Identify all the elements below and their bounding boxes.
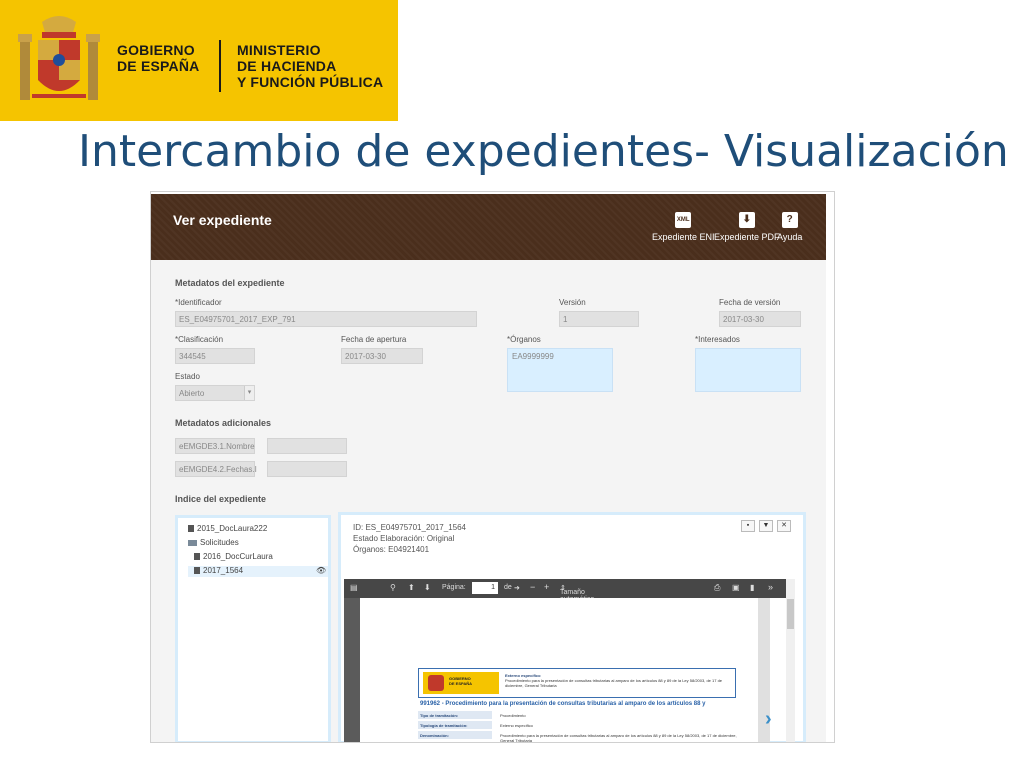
page-input[interactable]: 1 [472, 582, 498, 594]
ayuda-button[interactable]: ? Ayuda [777, 212, 802, 242]
expediente-eni-label: Expediente ENI [652, 232, 715, 242]
additional-value-field[interactable] [267, 438, 347, 454]
document-organos: Órganos: E04921401 [353, 545, 430, 554]
pdf-toolbar: ▤ ⚲ ⬆ ⬇ Página: 1 de ➜ − + Tamaño automá… [344, 579, 786, 603]
expediente-eni-button[interactable]: XML Expediente ENI [652, 212, 715, 242]
fecha-apertura-field[interactable]: 2017-03-30 [341, 348, 423, 364]
main-content: Metadatos del expediente *Identificador … [151, 260, 826, 742]
slide-title: Intercambio de expedientes- Visualizació… [78, 126, 1009, 177]
expediente-pdf-label: Expediente PDF [714, 232, 780, 242]
zoom-out-icon[interactable]: − [530, 582, 535, 592]
tree-item-label: 2017_1564 [203, 566, 244, 575]
interesados-label: *Interesados [695, 335, 740, 344]
index-tree: 2015_DocLaura222 Solicitudes 2016_DocCur… [175, 515, 331, 742]
arrow-up-icon[interactable]: ⬆ [408, 583, 415, 592]
fecha-version-field[interactable]: 2017-03-30 [719, 311, 801, 327]
tree-item[interactable]: Solicitudes [188, 538, 239, 547]
estado-value: Abierto [179, 389, 205, 398]
government-header: GOBIERNO DE ESPAÑA MINISTERIO DE HACIEND… [0, 0, 398, 121]
tree-item[interactable]: 2017_1564 [194, 566, 243, 575]
document-estado: Estado Elaboración: Original [353, 534, 455, 543]
scrollbar-thumb[interactable] [787, 599, 794, 629]
xml-file-icon: XML [675, 212, 692, 228]
pdf-page: GOBIERNO DE ESPAÑA Externo específico Pro… [360, 598, 765, 742]
eye-icon[interactable]: 👁 [316, 566, 326, 575]
version-field[interactable]: 1 [559, 311, 639, 327]
coat-of-arms-icon [18, 16, 100, 100]
document-viewer: ID: ES_E04975701_2017_1564 Estado Elabor… [338, 512, 806, 742]
chevron-down-icon: ▾ [244, 386, 254, 400]
bookmark-icon[interactable]: ▮ [750, 583, 754, 592]
page-label: Página: [442, 584, 466, 591]
more-tools-icon[interactable]: » [768, 582, 773, 592]
document-icon [194, 567, 200, 574]
download-icon[interactable]: ▼ [759, 520, 773, 532]
ayuda-label: Ayuda [777, 232, 803, 242]
fecha-version-label: Fecha de versión [719, 298, 781, 307]
app-window: Ver expediente XML Expediente ENI ⬇ Expe… [150, 191, 835, 743]
expediente-pdf-button[interactable]: ⬇ Expediente PDF [714, 212, 780, 242]
additional-key-field: eEMGDE3.1.Nombre [175, 438, 255, 454]
help-icon: ? [781, 212, 798, 228]
sidebar-toggle-icon[interactable]: ▤ [350, 583, 358, 592]
trash-icon[interactable]: ▪ [741, 520, 755, 532]
pdf-document-title: 991962 - Procedimiento para la presentac… [420, 701, 706, 707]
zoom-in-icon[interactable]: + [544, 582, 549, 592]
additional-key-field: eEMGDE4.2.Fechas.I [175, 461, 257, 477]
close-icon[interactable]: ✕ [777, 520, 791, 532]
identificador-field[interactable]: ES_E04975701_2017_EXP_791 [175, 311, 477, 327]
additional-heading: Metadatos adicionales [175, 418, 272, 428]
tree-item[interactable]: 2016_DocCurLaura [194, 552, 273, 561]
app-topbar: Ver expediente XML Expediente ENI ⬇ Expe… [151, 194, 826, 260]
pdf-header-text: Externo específico Procedimiento para la… [505, 673, 723, 688]
organos-field[interactable]: EA9999999 [507, 348, 613, 392]
interesados-field[interactable] [695, 348, 801, 392]
print-icon[interactable]: ⎙ [714, 583, 720, 593]
download-icon: ⬇ [738, 212, 755, 228]
save-icon[interactable]: ▣ [732, 583, 740, 592]
page-of-label: de [504, 584, 512, 591]
ministerio-label: MINISTERIO DE HACIENDA Y FUNCIÓN PÚBLICA [237, 42, 384, 90]
arrow-down-icon[interactable]: ⬇ [424, 583, 431, 592]
search-icon[interactable]: ⚲ [390, 583, 396, 592]
pdf-canvas: GOBIERNO DE ESPAÑA Externo específico Pro… [344, 598, 770, 742]
zoom-select[interactable]: Tamaño automático ⇕ [560, 584, 594, 603]
identificador-label: *Identificador [175, 298, 222, 307]
chevron-right-icon[interactable]: › [765, 708, 772, 731]
additional-value-field[interactable] [267, 461, 347, 477]
estado-label: Estado [175, 372, 200, 381]
metadata-heading: Metadatos del expediente [175, 278, 285, 288]
organos-label: *Órganos [507, 335, 541, 344]
viewer-scrollbar[interactable] [786, 579, 795, 742]
estado-select[interactable]: Abierto ▾ [175, 385, 255, 401]
fecha-apertura-label: Fecha de apertura [341, 335, 407, 344]
document-icon [188, 525, 194, 532]
tree-item-label: Solicitudes [200, 538, 239, 547]
pdf-gov-logo: GOBIERNO DE ESPAÑA [423, 672, 499, 694]
folder-icon [188, 540, 197, 546]
tree-item-label: 2015_DocLaura222 [197, 524, 268, 533]
clasificacion-label: *Clasificación [175, 335, 224, 344]
pdf-document-header: GOBIERNO DE ESPAÑA Externo específico Pro… [418, 668, 736, 698]
page-title: Ver expediente [173, 212, 272, 228]
page-count-icon: ➜ [514, 585, 520, 592]
coat-of-arms-icon [428, 675, 444, 691]
header-divider [219, 40, 221, 92]
document-id: ID: ES_E04975701_2017_1564 [353, 523, 466, 532]
tree-item-label: 2016_DocCurLaura [203, 552, 273, 561]
version-label: Versión [559, 298, 586, 307]
clasificacion-field[interactable]: 344545 [175, 348, 255, 364]
gobierno-label: GOBIERNO DE ESPAÑA [117, 42, 200, 74]
index-heading: Indice del expediente [175, 494, 267, 504]
tree-item[interactable]: 2015_DocLaura222 [188, 524, 267, 533]
document-icon [194, 553, 200, 560]
